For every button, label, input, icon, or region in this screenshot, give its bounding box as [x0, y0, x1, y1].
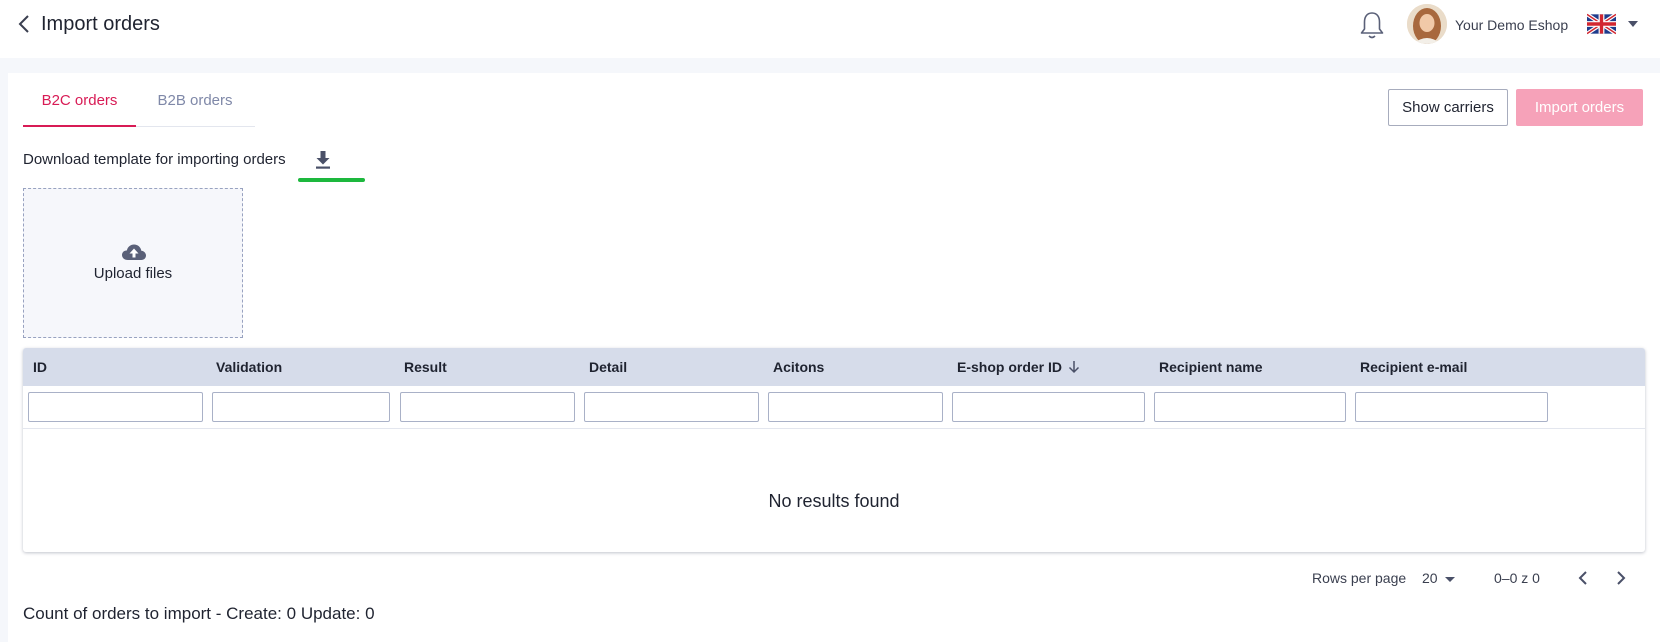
shop-name[interactable]: Your Demo Eshop: [1455, 16, 1568, 34]
summary-update-value: 0: [365, 604, 375, 623]
tab-b2b-orders[interactable]: B2B orders: [140, 83, 250, 127]
import-orders-button[interactable]: Import orders: [1516, 89, 1643, 126]
filter-eshop-order-id-input[interactable]: [952, 392, 1145, 422]
cloud-upload-icon: [122, 244, 146, 260]
next-page-button[interactable]: [1610, 566, 1632, 590]
notifications-button[interactable]: [1358, 10, 1386, 40]
column-header-detail[interactable]: Detail: [589, 348, 627, 386]
show-carriers-button[interactable]: Show carriers: [1388, 89, 1508, 126]
column-header-id[interactable]: ID: [33, 348, 47, 386]
column-header-result[interactable]: Result: [404, 348, 447, 386]
order-type-tabs: B2C orders B2B orders: [23, 83, 255, 127]
language-selector[interactable]: [1585, 12, 1618, 36]
highlight-underline: [298, 178, 365, 182]
filter-actions-input[interactable]: [768, 392, 943, 422]
chevron-right-icon: [1617, 571, 1626, 585]
upload-label: Upload files: [93, 265, 173, 282]
caret-down-icon[interactable]: [1445, 577, 1455, 582]
rows-per-page-label: Rows per page: [1312, 570, 1407, 586]
import-card: B2C orders B2B orders Show carriers Impo…: [8, 73, 1660, 642]
avatar[interactable]: [1407, 4, 1447, 44]
filter-recipient-email-input[interactable]: [1355, 392, 1548, 422]
summary-prefix: Count of orders to import -: [23, 604, 227, 623]
previous-page-button[interactable]: [1572, 566, 1594, 590]
download-template-text: Download template for importing orders: [23, 151, 286, 168]
bell-icon: [1360, 12, 1384, 39]
sort-arrow-down-icon[interactable]: [1068, 360, 1080, 374]
filter-id-input[interactable]: [28, 392, 203, 422]
summary-create-label: Create:: [226, 604, 287, 623]
orders-table: ID Validation Result Detail Acitons E-sh…: [23, 348, 1645, 552]
page-title: Import orders: [41, 13, 160, 35]
pagination-range: 0–0 z 0: [1494, 570, 1540, 586]
uk-flag-icon: [1585, 12, 1618, 36]
filter-detail-input[interactable]: [584, 392, 759, 422]
top-bar: Import orders Your Demo Eshop: [0, 0, 1660, 58]
summary-update-label: Update:: [296, 604, 366, 623]
column-header-eshop-order-id-label: E-shop order ID: [957, 359, 1063, 375]
filter-row: [23, 386, 1645, 429]
filter-validation-input[interactable]: [212, 392, 390, 422]
empty-state-text: No results found: [768, 491, 900, 511]
chevron-left-icon: [1578, 571, 1587, 585]
orders-to-import-summary: Count of orders to import - Create: 0 Up…: [23, 604, 375, 624]
column-header-actions[interactable]: Acitons: [773, 348, 824, 386]
summary-create-value: 0: [286, 604, 297, 623]
filter-result-input[interactable]: [400, 392, 575, 422]
tab-b2c-orders[interactable]: B2C orders: [23, 83, 136, 127]
chevron-left-icon: [18, 15, 29, 33]
filter-recipient-name-input[interactable]: [1154, 392, 1346, 422]
column-header-validation[interactable]: Validation: [216, 348, 282, 386]
table-header: ID Validation Result Detail Acitons E-sh…: [23, 348, 1645, 386]
upload-dropzone[interactable]: Upload files: [23, 188, 243, 338]
back-button[interactable]: [14, 12, 34, 36]
download-icon[interactable]: [314, 150, 332, 170]
column-header-eshop-order-id[interactable]: E-shop order ID: [957, 348, 1080, 386]
column-header-recipient-name[interactable]: Recipient name: [1159, 348, 1262, 386]
column-header-recipient-email[interactable]: Recipient e-mail: [1360, 348, 1467, 386]
caret-down-icon[interactable]: [1628, 21, 1638, 27]
